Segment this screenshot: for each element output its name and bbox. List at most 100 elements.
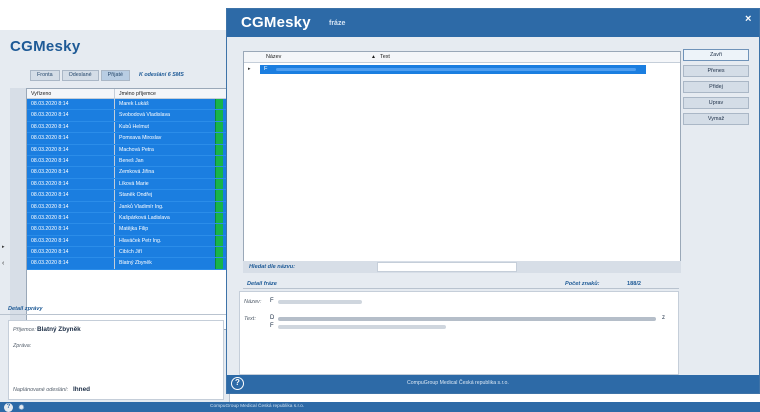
tab-queue[interactable]: Fronta: [30, 70, 60, 81]
phrase-row-name: F: [264, 66, 268, 72]
grid-body: 08.03.2020 8:14 Marek Lukáš 08.03.2020 8:1…: [27, 99, 229, 270]
status-flag-icon: [215, 155, 223, 167]
table-row[interactable]: 08.03.2020 8:14 Svobodová Vladislava: [27, 110, 229, 122]
cell-recipient: Beneš Jan: [119, 157, 144, 164]
add-button[interactable]: Přidej: [683, 81, 749, 93]
cell-recipient: Janků Vladimír Ing.: [119, 203, 164, 210]
column-header-recipient[interactable]: Jméno příjemce: [115, 89, 215, 98]
phrase-detail-panel: Název: F Text: D z F: [239, 291, 679, 375]
messages-grid: Vyřízeno Jméno příjemce 08.03.2020 8:14 M…: [26, 88, 230, 330]
status-flag-icon: [215, 121, 223, 133]
recipient-value: Blatný Zbyněk: [37, 326, 81, 333]
cell-processed: 08.03.2020 8:14: [27, 167, 115, 178]
cell-processed: 08.03.2020 8:14: [27, 201, 115, 212]
scheduled-label: Naplánované odeslání:: [13, 387, 69, 393]
table-row[interactable]: 08.03.2020 8:14 Kubů Helmut: [27, 121, 229, 134]
help-circle-icon[interactable]: ?: [4, 403, 13, 412]
status-flag-icon: [215, 224, 223, 235]
cell-recipient: Staněk Ondřej: [119, 192, 153, 199]
redacted-text: [276, 68, 636, 71]
cell-processed: 08.03.2020 8:14: [27, 133, 115, 144]
table-row[interactable]: 08.03.2020 8:14 Zemková Jiřina: [27, 167, 229, 179]
text-second-line-char: F: [270, 323, 274, 329]
table-row[interactable]: 08.03.2020 8:14 Machová Petra: [27, 144, 229, 156]
table-row[interactable]: 08.03.2020 8:14 Blatný Zbyněk: [27, 258, 229, 270]
close-button[interactable]: Zavři: [683, 49, 749, 61]
table-row[interactable]: 08.03.2020 8:14 Marek Lukáš: [27, 99, 229, 111]
edit-button[interactable]: Uprav: [683, 97, 749, 109]
cell-processed: 08.03.2020 8:14: [27, 110, 115, 121]
status-bar: [0, 402, 760, 412]
table-row[interactable]: 08.03.2020 8:14 Pomxava Miroslav: [27, 133, 229, 145]
table-row[interactable]: 08.03.2020 8:14 Matějka Filip: [27, 224, 229, 236]
table-row[interactable]: 08.03.2020 8:14 Kašpárková Ladislava: [27, 212, 229, 225]
divider: [0, 314, 230, 315]
char-count-label: Počet znaků:: [565, 281, 600, 287]
table-row[interactable]: 08.03.2020 8:14 Staněk Ondřej: [27, 190, 229, 202]
dialog-subtitle: fráze: [329, 20, 346, 27]
table-row[interactable]: 08.03.2020 8:14 Líková Marie: [27, 178, 229, 191]
cell-processed: 08.03.2020 8:14: [27, 121, 115, 133]
dialog-title: CGMesky: [241, 14, 311, 31]
column-header-text[interactable]: Text: [380, 52, 390, 63]
phrase-row-selected[interactable]: F: [260, 65, 646, 74]
transfer-button[interactable]: Přenes: [683, 65, 749, 77]
cell-processed: 08.03.2020 8:14: [27, 224, 115, 235]
text-label: Text:: [244, 316, 256, 322]
status-flag-icon: [215, 258, 223, 269]
cell-recipient: Marek Lukáš: [119, 101, 149, 107]
close-icon[interactable]: ×: [745, 13, 751, 25]
scheduled-value: Ihned: [73, 386, 91, 393]
help-circle-icon[interactable]: ?: [231, 377, 244, 390]
background-window: CGMesky Fronta Odeslané Přijaté K odeslá…: [0, 30, 760, 412]
status-flag-icon: [215, 178, 223, 190]
status-flag-icon: [215, 190, 223, 201]
redacted-text: [278, 300, 362, 304]
cell-processed: 08.03.2020 8:14: [27, 99, 115, 110]
cell-recipient: Líková Marie: [119, 180, 149, 187]
tab-sent[interactable]: Odeslané: [61, 70, 99, 81]
redacted-text: [278, 317, 656, 321]
cell-processed: 08.03.2020 8:14: [27, 190, 115, 201]
column-header-processed[interactable]: Vyřízeno: [27, 89, 115, 98]
company-footer-text: CompuGroup Medical Česká republika s.r.o…: [407, 380, 509, 386]
current-row-marker-icon: ▸: [248, 66, 251, 72]
search-label: Hledat dle názvu:: [249, 264, 296, 270]
cell-processed: 08.03.2020 8:14: [27, 258, 115, 269]
tab-received[interactable]: Přijaté: [100, 70, 130, 81]
status-flag-icon: [215, 110, 223, 121]
sort-ascending-icon: ▲: [371, 54, 376, 60]
cell-recipient: Machová Petra: [119, 146, 154, 153]
cell-recipient: Blatný Zbyněk: [119, 260, 152, 267]
message-detail-panel: Příjemce: Blatný Zbyněk Zpráva: Naplánov…: [8, 320, 224, 400]
table-row[interactable]: 08.03.2020 8:14 Beneš Jan: [27, 155, 229, 168]
phrases-dialog: CGMesky fráze × Název ▲ Text ▸ F Zavři P…: [226, 8, 760, 394]
message-detail-title: Detail zprávy: [8, 306, 43, 312]
table-row[interactable]: 08.03.2020 8:14 Hlaváček Petr Ing.: [27, 235, 229, 248]
redacted-text: [278, 325, 446, 329]
table-row[interactable]: 08.03.2020 8:14 Janků Vladimír Ing.: [27, 201, 229, 213]
cell-processed: 08.03.2020 8:14: [27, 247, 115, 258]
delete-button[interactable]: Vymaž: [683, 113, 749, 125]
app-logo: CGMesky: [10, 38, 81, 55]
gear-icon[interactable]: ✹: [18, 403, 25, 412]
name-value: F: [270, 298, 274, 304]
cell-recipient: Kubů Helmut: [119, 123, 149, 130]
column-header-name[interactable]: Název: [266, 52, 281, 63]
cell-processed: 08.03.2020 8:14: [27, 178, 115, 190]
search-input[interactable]: [377, 262, 517, 272]
status-flag-icon: [215, 167, 223, 178]
scroll-left-icon[interactable]: ‹: [2, 260, 4, 267]
cell-processed: 08.03.2020 8:14: [27, 155, 115, 167]
table-row[interactable]: 08.03.2020 8:14 Cibích Jiří: [27, 247, 229, 259]
cell-recipient: Hlaváček Petr Ing.: [119, 237, 162, 244]
phrase-detail-header: Detail fráze Počet znaků: 188/2: [243, 279, 679, 289]
cell-recipient: Matějka Filip: [119, 226, 149, 233]
cell-processed: 08.03.2020 8:14: [27, 212, 115, 224]
pending-sms-note: K odeslání 6 SMS: [138, 72, 184, 78]
grid-row-gutter: [10, 88, 26, 330]
message-label: Zpráva:: [13, 343, 32, 349]
status-flag-icon: [215, 99, 223, 110]
grid-header: Vyřízeno Jméno příjemce: [27, 89, 229, 99]
status-flag-icon: [215, 201, 223, 212]
